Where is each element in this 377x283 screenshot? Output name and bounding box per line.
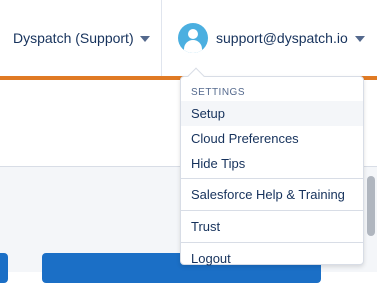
org-name: Dyspatch (Support) [13,30,134,46]
menu-item-logout[interactable]: Logout [181,245,363,272]
menu-divider [181,210,363,211]
scrollbar-thumb[interactable] [367,176,375,236]
settings-section-header: SETTINGS [191,87,246,98]
global-header: Dyspatch (Support) support@dyspatch.io [0,0,377,76]
user-menu-trigger[interactable]: support@dyspatch.io [178,0,365,76]
menu-item-setup[interactable]: Setup [181,101,363,126]
menu-item-help-training[interactable]: Salesforce Help & Training [181,181,363,208]
partial-button-left[interactable] [0,253,8,283]
user-email: support@dyspatch.io [216,30,348,46]
user-dropdown-menu: SETTINGS Setup Cloud Preferences Hide Ti… [180,76,364,266]
user-avatar-icon [178,23,208,53]
org-switcher[interactable]: Dyspatch (Support) [0,0,160,76]
menu-item-cloud-preferences[interactable]: Cloud Preferences [181,126,363,151]
menu-divider [181,242,363,243]
chevron-down-icon [139,35,150,42]
chevron-down-icon [354,35,365,42]
menu-item-hide-tips[interactable]: Hide Tips [181,151,363,176]
header-divider [161,0,162,76]
menu-divider [181,178,363,179]
menu-item-trust[interactable]: Trust [181,213,363,240]
